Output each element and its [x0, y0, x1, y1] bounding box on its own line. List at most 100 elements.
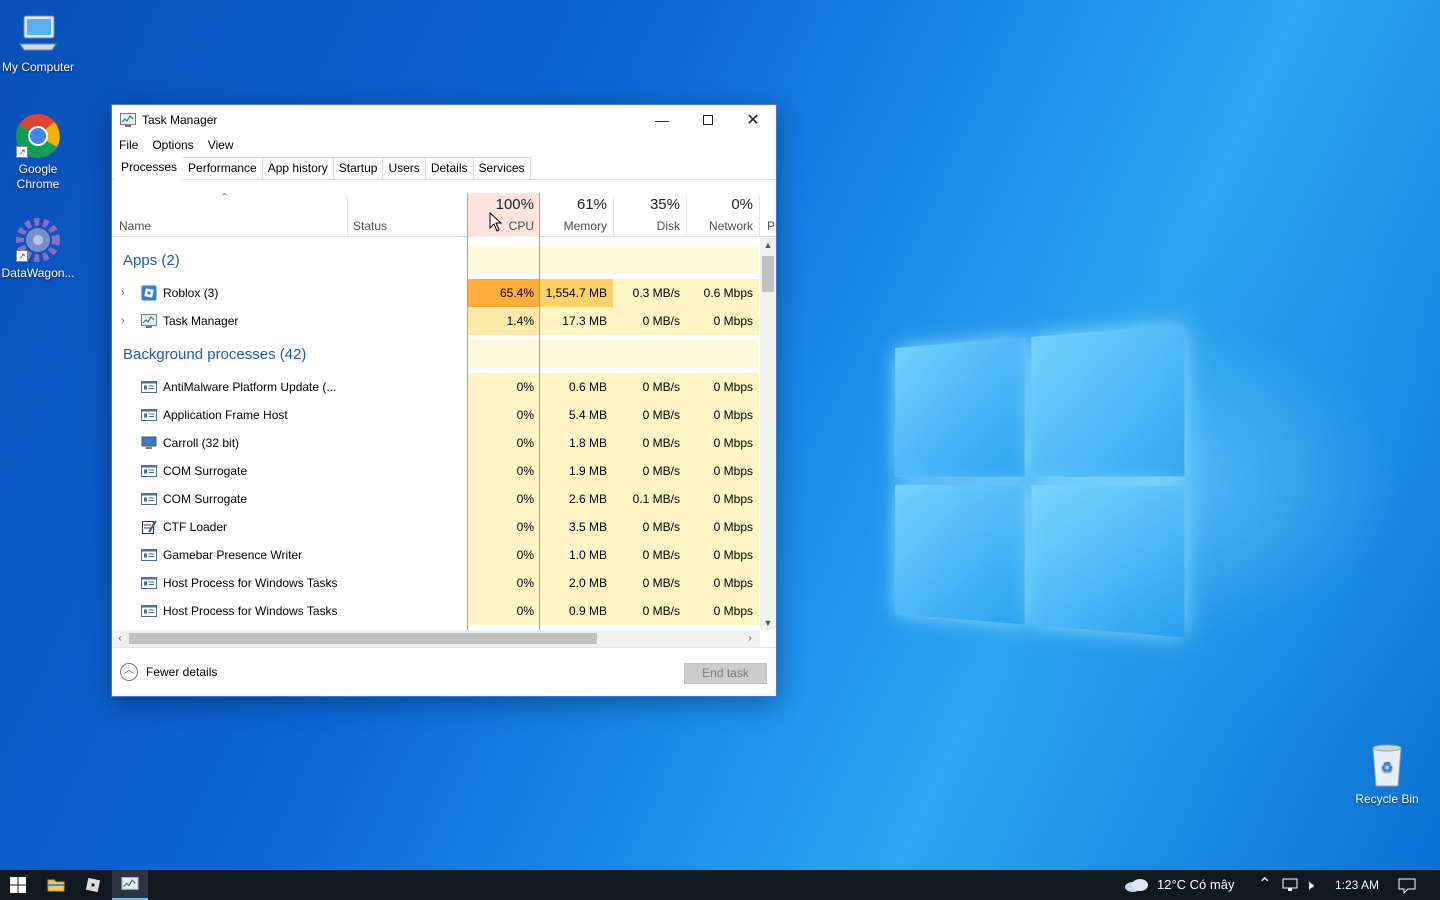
table-row[interactable]: Application Frame Host 0% 5.4 MB 0 MB/s 0 Mb…	[112, 401, 760, 429]
taskbar-task-manager[interactable]	[112, 870, 148, 900]
weather-widget[interactable]: 12°C Có mây	[1157, 877, 1234, 892]
disk-value: 0 MB/s	[613, 569, 686, 597]
task-manager-icon	[120, 113, 136, 127]
tab-startup[interactable]: Startup	[332, 157, 384, 179]
table-row[interactable]: Host Process for Windows Tasks 0% 2.0 MB 0 …	[112, 569, 760, 597]
show-hidden-icons-chevron-icon[interactable]: ⌃	[1258, 874, 1271, 894]
column-header-status-label: Status	[353, 219, 388, 233]
process-name: Application Frame Host	[163, 408, 288, 422]
cpu-value: 0%	[467, 373, 540, 401]
table-row[interactable]: Carroll (32 bit) 0% 1.8 MB 0 MB/s 0 Mbps	[112, 429, 760, 457]
computer-icon	[14, 10, 62, 58]
network-value: 0 Mbps	[686, 541, 759, 569]
disk-value: 0 MB/s	[613, 307, 686, 335]
table-row[interactable]: COM Surrogate 0% 2.6 MB 0.1 MB/s 0 Mbps	[112, 485, 760, 513]
memory-value: 17.3 MB	[540, 307, 613, 335]
table-row[interactable]: COM Surrogate 0% 1.9 MB 0 MB/s 0 Mbps	[112, 457, 760, 485]
taskbar-roblox[interactable]	[75, 870, 111, 900]
mouse-cursor-icon	[489, 212, 503, 232]
scroll-left-arrow-icon[interactable]: ‹	[112, 630, 128, 647]
chrome-icon: ↗	[14, 112, 62, 160]
vertical-scrollbar[interactable]: ▲ ▼	[760, 238, 776, 630]
group-header-background-processes[interactable]: Background processes (42)	[112, 340, 760, 368]
maximize-button[interactable]	[685, 105, 731, 135]
horizontal-scrollbar[interactable]: ‹ ›	[112, 630, 760, 647]
cpu-value: 0%	[467, 457, 540, 485]
table-row[interactable]: CTF Loader 0% 3.5 MB 0 MB/s 0 Mbps	[112, 513, 760, 541]
table-row[interactable]: Gamebar Presence Writer 0% 1.0 MB 0 MB/s 0 M…	[112, 541, 760, 569]
sort-ascending-icon: ⌃	[220, 192, 230, 204]
column-header-power-partial[interactable]: P	[762, 193, 776, 237]
footer-bar: ︿ Fewer details End task	[112, 647, 776, 696]
desktop-icon-google-chrome[interactable]: ↗ Google Chrome	[0, 112, 76, 192]
memory-value: 1.8 MB	[540, 429, 613, 457]
group-header-apps[interactable]: Apps (2)	[112, 246, 760, 274]
tab-processes[interactable]: Processes	[115, 155, 184, 180]
desktop-icon-my-computer[interactable]: My Computer	[0, 10, 76, 75]
table-row[interactable]: › Roblox (3) 65.4% 1,554.7 MB 0.3 MB/s 0…	[112, 279, 760, 307]
end-task-button[interactable]: End task	[684, 663, 767, 684]
notepad-pen-icon	[142, 520, 157, 534]
windows-logo-wallpaper	[895, 324, 1185, 638]
tab-users[interactable]: Users	[382, 157, 426, 179]
horizontal-scroll-thumb[interactable]	[129, 633, 597, 644]
scroll-down-arrow-icon[interactable]: ▼	[760, 618, 776, 628]
desktop-icon-recycle-bin[interactable]: ♻ Recycle Bin	[1349, 742, 1425, 807]
memory-value: 1,554.7 MB	[540, 279, 613, 307]
scroll-right-arrow-icon[interactable]: ›	[742, 630, 758, 647]
column-header-status[interactable]: Status	[347, 193, 467, 237]
table-row[interactable]: Host Process for Windows Tasks 0% 0.9 MB 0 …	[112, 597, 760, 625]
tab-app-history[interactable]: App history	[261, 157, 334, 179]
task-manager-icon	[141, 314, 157, 328]
memory-value: 2.0 MB	[540, 569, 613, 597]
taskbar-file-explorer[interactable]	[38, 870, 74, 900]
column-header-memory[interactable]: 61% Memory	[540, 193, 613, 237]
taskbar: 12°C Có mây ⌃ 🕨 1:23 AM	[0, 870, 1440, 900]
cpu-value: 0%	[467, 513, 540, 541]
disk-value: 0 MB/s	[613, 541, 686, 569]
expand-chevron-icon[interactable]: ›	[121, 307, 125, 335]
column-header-network-label: Network	[708, 219, 753, 233]
clock[interactable]: 1:23 AM	[1335, 878, 1379, 892]
app-window-icon	[141, 577, 157, 589]
table-row[interactable]: AntiMalware Platform Update (... 0% 0.6 MB…	[112, 373, 760, 401]
start-button[interactable]	[0, 870, 36, 900]
close-icon: ✕	[746, 112, 760, 129]
menu-options[interactable]: Options	[152, 138, 193, 152]
tab-performance[interactable]: Performance	[182, 157, 263, 179]
chevron-up-icon: ︿	[120, 663, 138, 681]
network-icon[interactable]	[1282, 878, 1298, 892]
memory-value: 2.6 MB	[540, 485, 613, 513]
disk-value: 0 MB/s	[613, 513, 686, 541]
volume-icon[interactable]: 🕨	[1305, 877, 1314, 894]
process-name: Host Process for Windows Tasks	[163, 604, 338, 618]
vertical-scroll-thumb[interactable]	[762, 256, 774, 292]
desktop-icon-label: My Computer	[1, 60, 75, 74]
title-bar[interactable]: Task Manager — ✕	[112, 105, 776, 135]
cpu-value: 0%	[467, 429, 540, 457]
menu-view[interactable]: View	[208, 138, 234, 152]
fewer-details-button[interactable]: ︿ Fewer details	[120, 663, 217, 681]
column-header-cpu[interactable]: 100% CPU	[467, 193, 540, 237]
notifications-icon[interactable]	[1398, 878, 1416, 894]
tab-services[interactable]: Services	[472, 157, 531, 179]
column-header-name[interactable]: ⌃ Name	[112, 192, 347, 237]
cloud-weather-icon[interactable]	[1124, 877, 1150, 893]
close-button[interactable]: ✕	[730, 105, 776, 135]
minimize-button[interactable]: —	[639, 105, 685, 135]
network-value: 0 Mbps	[686, 513, 759, 541]
process-name: CTF Loader	[163, 520, 228, 534]
column-header-network[interactable]: 0% Network	[686, 193, 759, 237]
memory-value: 1.0 MB	[540, 541, 613, 569]
table-row[interactable]: › Task Manager 1.4% 17.3 MB 0 MB/s 0 Mbp…	[112, 307, 760, 335]
expand-chevron-icon[interactable]: ›	[121, 279, 125, 307]
app-window-icon	[141, 409, 157, 421]
process-name: Task Manager	[163, 314, 239, 328]
app-window-icon	[141, 381, 157, 393]
column-header-disk[interactable]: 35% Disk	[613, 193, 686, 237]
svg-text:♻: ♻	[1381, 760, 1394, 776]
menu-file[interactable]: File	[119, 138, 138, 152]
scroll-up-arrow-icon[interactable]: ▲	[760, 240, 776, 250]
desktop-icon-datawagon[interactable]: ↗ DataWagon...	[0, 216, 76, 281]
tab-details[interactable]: Details	[424, 157, 474, 179]
